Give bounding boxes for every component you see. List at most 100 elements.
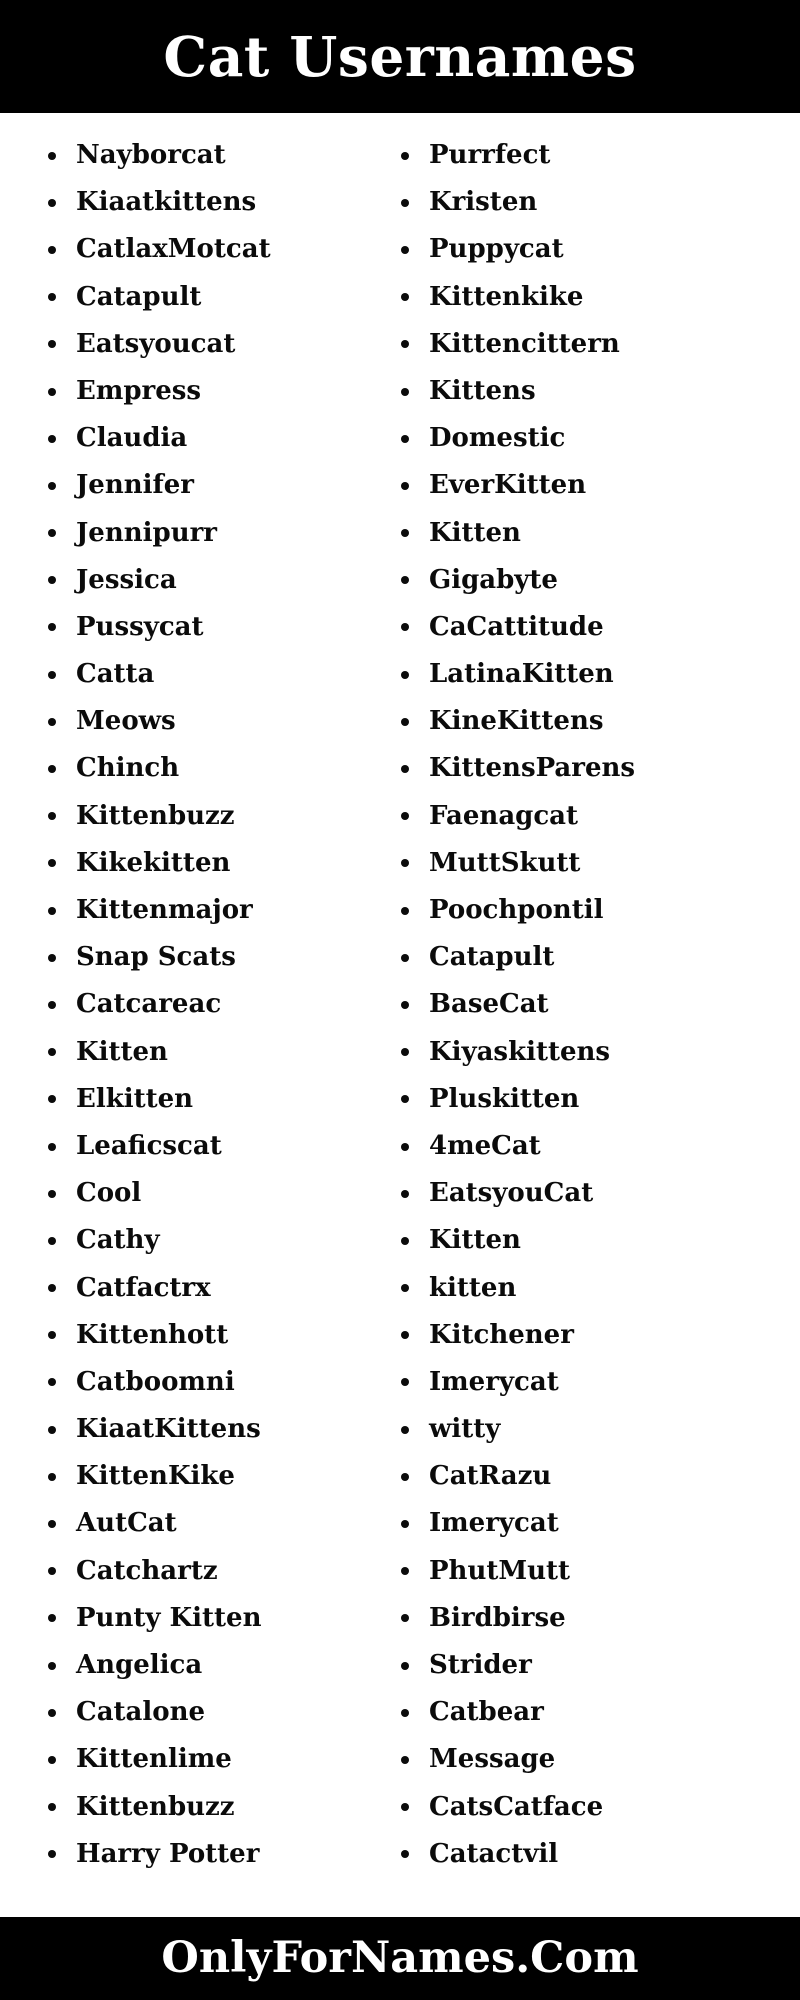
bullet-icon <box>48 1142 56 1151</box>
username-label: LatinaKitten <box>429 659 614 690</box>
bullet-icon <box>401 198 409 207</box>
username-list-item: Meows <box>42 698 360 745</box>
username-list-item: CatsCatface <box>395 1784 800 1831</box>
username-label: Catactvil <box>429 1838 559 1869</box>
username-list-item: CatlaxMotcat <box>42 226 360 273</box>
username-label: Harry Potter <box>76 1838 260 1869</box>
bullet-icon <box>401 481 409 490</box>
username-list-item: Jessica <box>42 557 360 604</box>
bullet-icon <box>48 387 56 396</box>
bullet-icon <box>401 1048 409 1057</box>
username-list-item: Snap Scats <box>42 934 360 981</box>
bullet-icon <box>48 293 56 302</box>
bullet-icon <box>401 1189 409 1198</box>
bullet-icon <box>48 1614 56 1623</box>
username-label: Punty Kitten <box>76 1602 262 1633</box>
bullet-icon <box>48 1803 56 1812</box>
cat-usernames-page: Cat Usernames Nayborcat Kiaatkittens Catla… <box>0 0 800 2000</box>
username-list-item: Kittenhott <box>42 1312 360 1359</box>
bullet-icon <box>401 151 409 160</box>
username-label: Faenagcat <box>429 800 579 831</box>
bullet-icon <box>401 1614 409 1623</box>
bullet-icon <box>48 859 56 868</box>
bullet-icon <box>48 434 56 443</box>
bullet-icon <box>48 953 56 962</box>
username-list-item: Pussycat <box>42 604 360 651</box>
bullet-icon <box>401 1284 409 1293</box>
username-label: CaCattitude <box>429 611 604 642</box>
username-label: Catboomni <box>76 1366 235 1397</box>
bullet-icon <box>401 670 409 679</box>
bullet-icon <box>48 245 56 254</box>
bullet-icon <box>401 529 409 538</box>
bullet-icon <box>401 812 409 821</box>
username-label: BaseCat <box>429 989 549 1020</box>
bullet-icon <box>401 434 409 443</box>
username-label: Kitchener <box>429 1319 574 1350</box>
bullet-icon <box>401 245 409 254</box>
bullet-icon <box>48 1472 56 1481</box>
username-list-item: Catfactrx <box>42 1265 360 1312</box>
bullet-icon <box>48 576 56 585</box>
username-label: Elkitten <box>76 1083 194 1114</box>
username-label: Message <box>429 1744 556 1775</box>
username-label: Catapult <box>429 942 555 973</box>
username-list-item: Eatsyoucat <box>42 321 360 368</box>
username-label: Kristen <box>429 187 538 218</box>
username-list-item: KineKittens <box>395 698 800 745</box>
username-list-item: Kittenkike <box>395 274 800 321</box>
bullet-icon <box>401 340 409 349</box>
username-label: Kitten <box>76 1036 168 1067</box>
username-list-item: Strider <box>395 1642 800 1689</box>
username-label: Catta <box>76 659 155 690</box>
bullet-icon <box>401 1708 409 1717</box>
username-label: Puppycat <box>429 234 564 265</box>
bullet-icon <box>48 481 56 490</box>
username-list-left: Nayborcat Kiaatkittens CatlaxMotcat Catapul… <box>42 132 360 1878</box>
username-list-item: Catapult <box>42 274 360 321</box>
username-list-item: Harry Potter <box>42 1831 360 1878</box>
username-list-item: Catboomni <box>42 1359 360 1406</box>
bullet-icon <box>48 529 56 538</box>
username-label: MuttSkutt <box>429 847 581 878</box>
username-label: EatsyouCat <box>429 1178 594 1209</box>
username-label: Strider <box>429 1650 532 1680</box>
username-list-item: CaCattitude <box>395 604 800 651</box>
username-label: Catalone <box>76 1697 206 1728</box>
username-label: Empress <box>76 375 202 406</box>
username-list-item: Chinch <box>42 745 360 792</box>
username-list-item: Catta <box>42 651 360 698</box>
bullet-icon <box>48 670 56 679</box>
username-label: Catchartz <box>76 1555 218 1586</box>
username-list-item: Purrfect <box>395 132 800 179</box>
bullet-icon <box>401 1755 409 1764</box>
username-label: KittensParens <box>429 753 636 784</box>
username-label: EverKitten <box>429 470 587 501</box>
bullet-icon <box>401 1520 409 1529</box>
bullet-icon <box>401 623 409 632</box>
username-label: Pussycat <box>76 611 204 642</box>
username-label: AutCat <box>76 1508 177 1539</box>
username-label: Birdbirse <box>429 1602 566 1633</box>
username-list-item: MuttSkutt <box>395 840 800 887</box>
username-list-item: Catalone <box>42 1689 360 1736</box>
username-label: Domestic <box>429 423 566 454</box>
bullet-icon <box>401 576 409 585</box>
username-list-item: Catactvil <box>395 1831 800 1878</box>
username-list-item: Kitten <box>395 510 800 557</box>
bullet-icon <box>48 1236 56 1245</box>
username-list-item: Imerycat <box>395 1359 800 1406</box>
username-list-item: Kitten <box>42 1029 360 1076</box>
bullet-icon <box>401 717 409 726</box>
username-list-item: Kittenbuzz <box>42 793 360 840</box>
username-label: Claudia <box>76 423 188 454</box>
username-label: Kittenbuzz <box>76 1791 235 1822</box>
page-header: Cat Usernames <box>0 0 800 113</box>
username-list-item: EverKitten <box>395 462 800 509</box>
username-list-item: Kiaatkittens <box>42 179 360 226</box>
username-list-item: Catbear <box>395 1689 800 1736</box>
bullet-icon <box>401 1472 409 1481</box>
username-label: Kittenmajor <box>76 895 253 925</box>
site-name: OnlyForNames.Com <box>161 1933 639 1983</box>
username-list-item: Empress <box>42 368 360 415</box>
